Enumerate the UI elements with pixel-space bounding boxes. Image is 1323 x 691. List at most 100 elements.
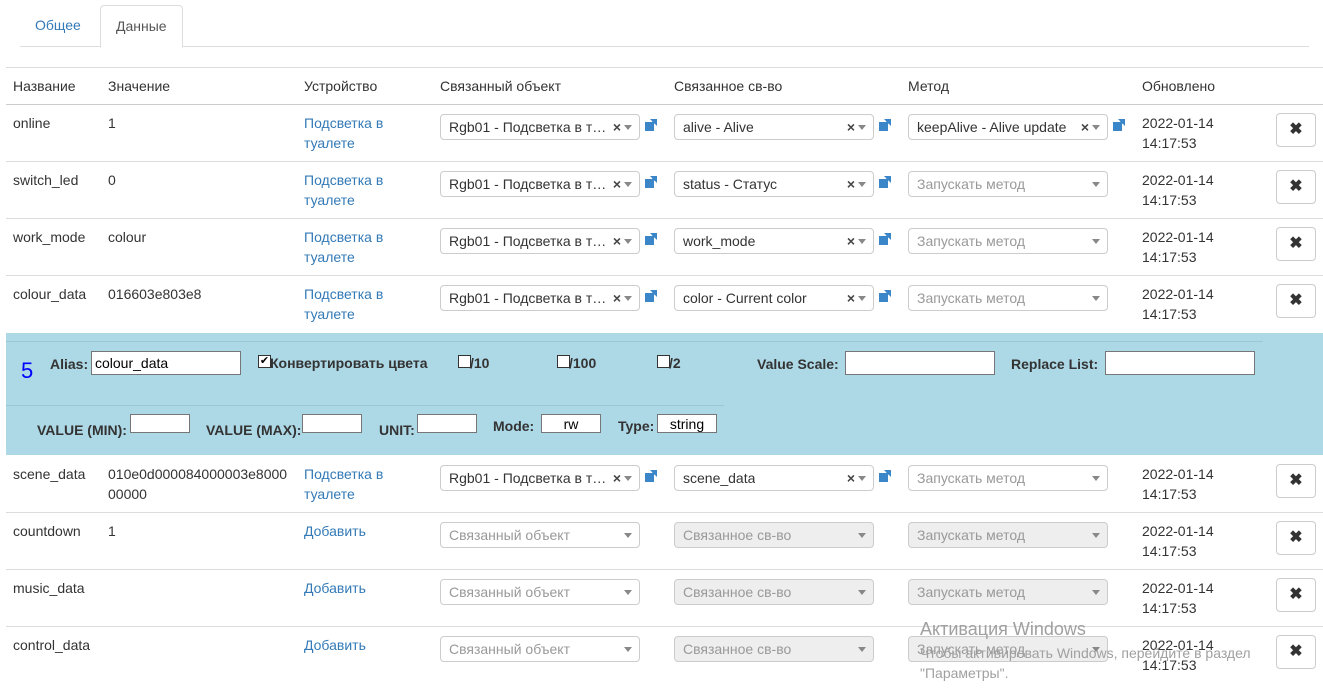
clear-object-icon[interactable]: × (613, 115, 621, 139)
panel-separator (6, 341, 1263, 342)
open-object-icon[interactable] (644, 232, 658, 246)
chevron-down-icon (1092, 590, 1100, 595)
linked-object-select[interactable]: Rgb01 - Подсветка в т… × (440, 465, 640, 491)
method-select[interactable]: keepAlive - Alive update × (908, 114, 1108, 140)
chevron-down-icon (858, 182, 866, 187)
linked-property-select[interactable]: color - Current color × (674, 285, 874, 311)
clear-object-icon[interactable]: × (613, 172, 621, 196)
linked-object-select[interactable]: Связанный объект (440, 636, 640, 662)
row-value: 0 (108, 172, 116, 188)
mode-input[interactable] (541, 414, 601, 433)
panel-row-number: 5 (21, 358, 34, 383)
header-linked-object: Связанный объект (440, 78, 561, 94)
chevron-down-icon (1092, 182, 1100, 187)
property-settings-panel: 5 Alias: ✔ Конвертировать цвета /10 /100… (6, 333, 1323, 455)
value-max-input[interactable] (302, 414, 362, 433)
linked-object-select[interactable]: Связанный объект (440, 579, 640, 605)
updated-time: 14:17:53 (1142, 486, 1197, 502)
header-linked-property: Связанное св-во (674, 78, 783, 94)
method-select[interactable]: Запускать метод (908, 465, 1108, 491)
clear-object-icon[interactable]: × (613, 286, 621, 310)
alias-input[interactable] (91, 351, 241, 375)
method-value: keepAlive - Alive update (917, 119, 1067, 135)
delete-button[interactable]: ✖ (1276, 113, 1316, 147)
row-name: colour_data (13, 286, 87, 302)
device-link[interactable]: Добавить (304, 578, 414, 598)
clear-property-icon[interactable]: × (847, 229, 855, 253)
tab-general[interactable]: Общее (20, 5, 96, 47)
clear-property-icon[interactable]: × (847, 172, 855, 196)
device-link[interactable]: Добавить (304, 521, 414, 541)
open-method-icon[interactable] (1112, 118, 1126, 132)
row-name: switch_led (13, 172, 79, 188)
device-link[interactable]: Подсветка в туалете (304, 227, 414, 267)
clear-object-icon[interactable]: × (613, 466, 621, 490)
method-select[interactable]: Запускать метод (908, 285, 1108, 311)
open-property-icon[interactable] (878, 232, 892, 246)
updated-time: 14:17:53 (1142, 249, 1197, 265)
open-object-icon[interactable] (644, 469, 658, 483)
delete-button[interactable]: ✖ (1276, 578, 1316, 612)
device-link[interactable]: Добавить (304, 635, 414, 655)
delete-button[interactable]: ✖ (1276, 284, 1316, 318)
open-property-icon[interactable] (878, 469, 892, 483)
method-select[interactable]: Запускать метод (908, 228, 1108, 254)
chevron-down-icon (858, 239, 866, 244)
method-placeholder: Запускать метод (917, 527, 1026, 543)
convert-colors-label: Конвертировать цвета (270, 355, 428, 371)
delete-button[interactable]: ✖ (1276, 227, 1316, 261)
linked-property-select[interactable]: work_mode × (674, 228, 874, 254)
linked-object-select[interactable]: Rgb01 - Подсветка в т… × (440, 228, 640, 254)
row-name: music_data (13, 580, 85, 596)
open-object-icon[interactable] (644, 118, 658, 132)
device-link[interactable]: Подсветка в туалете (304, 170, 414, 210)
delete-button[interactable]: ✖ (1276, 170, 1316, 204)
row-value: 1 (108, 115, 116, 131)
open-object-icon[interactable] (644, 175, 658, 189)
value-scale-input[interactable] (845, 351, 995, 375)
method-placeholder: Запускать метод (917, 176, 1026, 192)
clear-property-icon[interactable]: × (847, 466, 855, 490)
method-select[interactable]: Запускать метод (908, 171, 1108, 197)
linked-property-select[interactable]: status - Статус × (674, 171, 874, 197)
device-link[interactable]: Подсветка в туалете (304, 464, 414, 504)
linked-property-value: work_mode (683, 233, 756, 249)
linked-object-value: Rgb01 - Подсветка в т… (449, 176, 607, 192)
value-min-input[interactable] (130, 414, 190, 433)
linked-object-select[interactable]: Rgb01 - Подсветка в т… × (440, 285, 640, 311)
clear-method-icon[interactable]: × (1081, 115, 1089, 139)
value-scale-label: Value Scale: (757, 356, 839, 372)
row-value: colour (108, 229, 147, 245)
open-property-icon[interactable] (878, 175, 892, 189)
device-link[interactable]: Подсветка в туалете (304, 113, 414, 153)
linked-object-select[interactable]: Rgb01 - Подсветка в т… × (440, 114, 640, 140)
clear-object-icon[interactable]: × (613, 229, 621, 253)
clear-property-icon[interactable]: × (847, 115, 855, 139)
updated-date: 2022-01-14 (1142, 523, 1214, 539)
linked-object-placeholder: Связанный объект (449, 527, 570, 543)
open-property-icon[interactable] (878, 118, 892, 132)
linked-property-select[interactable]: scene_data × (674, 465, 874, 491)
delete-button[interactable]: ✖ (1276, 464, 1316, 498)
linked-property-select[interactable]: alive - Alive × (674, 114, 874, 140)
row-divider (6, 569, 1323, 570)
chevron-down-icon (624, 296, 632, 301)
header-device: Устройство (304, 78, 378, 94)
delete-button[interactable]: ✖ (1276, 521, 1316, 555)
open-object-icon[interactable] (644, 289, 658, 303)
unit-input[interactable] (417, 414, 477, 433)
type-input[interactable] (657, 414, 717, 433)
chevron-down-icon (624, 533, 632, 538)
clear-property-icon[interactable]: × (847, 286, 855, 310)
linked-object-select[interactable]: Связанный объект (440, 522, 640, 548)
chevron-down-icon (858, 296, 866, 301)
linked-object-value: Rgb01 - Подсветка в т… (449, 290, 607, 306)
tab-data[interactable]: Данные (100, 5, 183, 48)
method-select: Запускать метод (908, 579, 1108, 605)
updated-date: 2022-01-14 (1142, 466, 1214, 482)
device-link[interactable]: Подсветка в туалете (304, 284, 414, 324)
replace-list-input[interactable] (1105, 351, 1255, 375)
row-divider (6, 512, 1323, 513)
open-property-icon[interactable] (878, 289, 892, 303)
linked-object-select[interactable]: Rgb01 - Подсветка в т… × (440, 171, 640, 197)
